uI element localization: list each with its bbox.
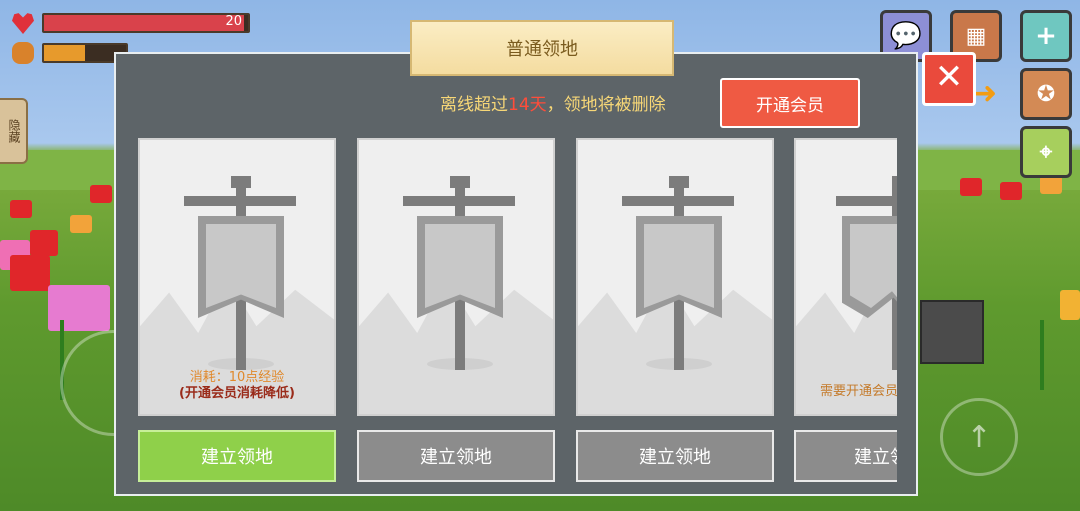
vip-required-text: 需要开通会员 bbox=[820, 384, 897, 399]
notice-prefix: 离线超过 bbox=[440, 95, 508, 115]
health-bar: 20 bbox=[42, 13, 250, 33]
flower bbox=[10, 255, 50, 291]
shop-icon: ▦ bbox=[965, 23, 987, 49]
territory-card[interactable] bbox=[576, 138, 774, 416]
health-bar-fill bbox=[44, 15, 244, 31]
location-button[interactable]: ⌖ bbox=[1020, 126, 1072, 178]
location-icon: ⌖ bbox=[1039, 139, 1053, 165]
health-value: 20 bbox=[225, 14, 242, 29]
notice-suffix: ，领地将被删除 bbox=[546, 95, 666, 115]
offline-notice: 离线超过14天，领地将被删除 bbox=[440, 90, 666, 115]
build-territory-button[interactable]: 建立领地 bbox=[576, 430, 774, 482]
territory-card[interactable] bbox=[357, 138, 555, 416]
flag-knob bbox=[231, 176, 251, 188]
chat-icon: 💬 bbox=[889, 21, 923, 51]
territory-card[interactable]: 需要开通会员 bbox=[794, 138, 897, 416]
plus-icon: + bbox=[1035, 21, 1057, 51]
flag-bar bbox=[622, 196, 734, 206]
cost-line1: 消耗：10点经验 bbox=[189, 370, 285, 385]
flower bbox=[960, 178, 982, 196]
hunger-bar-fill bbox=[44, 45, 85, 61]
flower bbox=[90, 185, 112, 203]
territory-card-list[interactable]: 消耗：10点经验 (开通会员消耗降低) 建立领地 建立领地 建立领地 需要开通会… bbox=[134, 134, 897, 490]
flower bbox=[1060, 290, 1080, 320]
flag-bar bbox=[184, 196, 296, 206]
build-territory-button[interactable]: 建立领地 bbox=[138, 430, 336, 482]
build-territory-button[interactable]: 建立领地 bbox=[794, 430, 897, 482]
flower-stem bbox=[1040, 320, 1044, 390]
flower bbox=[48, 285, 110, 331]
jump-arrow-icon: ↑ bbox=[966, 419, 992, 455]
cost-text: 消耗：10点经验 (开通会员消耗降低) bbox=[140, 370, 334, 402]
cost-line2: (开通会员消耗降低) bbox=[179, 386, 295, 401]
jump-button[interactable]: ↑ bbox=[940, 398, 1018, 476]
flag-bar bbox=[403, 196, 515, 206]
flower bbox=[1000, 182, 1022, 200]
activate-vip-button[interactable]: 开通会员 bbox=[720, 78, 860, 128]
plus-button[interactable]: + bbox=[1020, 10, 1072, 62]
flower bbox=[70, 215, 92, 233]
flower bbox=[10, 200, 32, 218]
build-territory-button[interactable]: 建立领地 bbox=[357, 430, 555, 482]
notice-days: 14天 bbox=[508, 95, 547, 115]
held-item-block bbox=[920, 300, 984, 364]
flag-bar bbox=[836, 196, 896, 206]
hunger-icon bbox=[12, 42, 34, 64]
flag-knob bbox=[450, 176, 470, 188]
flower bbox=[1040, 176, 1062, 194]
flag-knob bbox=[669, 176, 689, 188]
hide-tab-button[interactable]: 隐藏 bbox=[0, 98, 28, 164]
achievement-icon: ✪ bbox=[1036, 81, 1056, 107]
close-button[interactable]: ✕ bbox=[922, 52, 976, 106]
flower bbox=[30, 230, 58, 256]
dialog-title: 普通领地 bbox=[410, 20, 674, 76]
territory-card[interactable]: 消耗：10点经验 (开通会员消耗降低) bbox=[138, 138, 336, 416]
close-icon: ✕ bbox=[934, 57, 964, 97]
achievement-button[interactable]: ✪ bbox=[1020, 68, 1072, 120]
